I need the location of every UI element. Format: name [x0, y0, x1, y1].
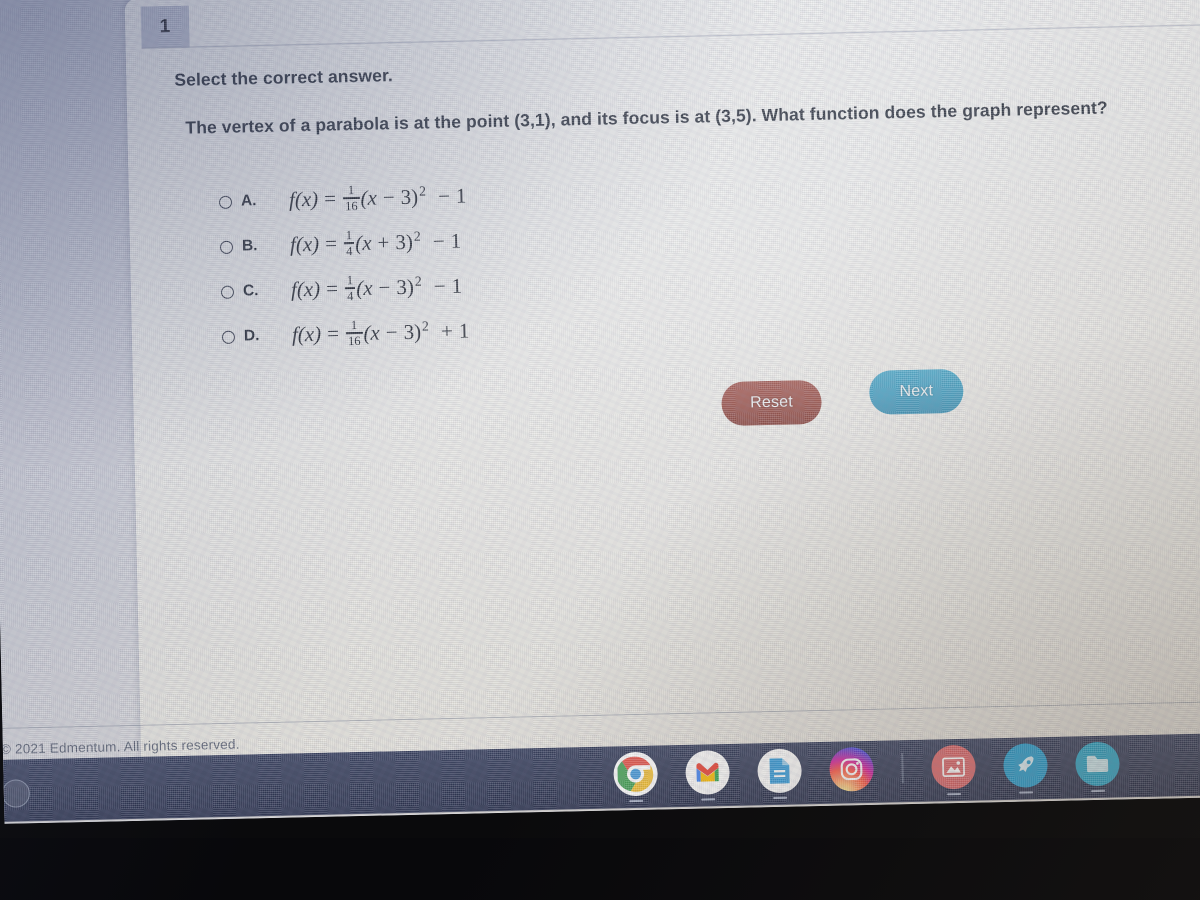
expr-sign-d: − — [385, 320, 398, 345]
expr-numerator-d: 1 — [350, 317, 358, 332]
expr-open-c: (x — [355, 276, 373, 301]
expr-shift-c: 3) — [396, 275, 415, 300]
answer-option-b[interactable]: B. f(x) = 1 4 (x + 3) 2 − 1 — [219, 216, 841, 264]
status-tray-button[interactable] — [1, 779, 31, 808]
expr-sign-c: − — [378, 275, 391, 300]
photos-icon — [930, 744, 976, 790]
taskbar-item-docs[interactable] — [757, 748, 803, 800]
photos-running-indicator — [946, 792, 961, 796]
action-button-row: Reset Next — [721, 368, 1022, 431]
question-text: The vertex of a parabola is at the point… — [185, 97, 1108, 138]
option-expression-b: f(x) = 1 4 (x + 3) 2 − 1 — [290, 227, 462, 260]
taskbar-item-files[interactable] — [1074, 741, 1120, 793]
option-letter-a: A. — [240, 192, 257, 210]
expr-shift-b: 3) — [395, 230, 414, 255]
expr-lhs-a: f(x) — [288, 187, 319, 212]
radio-button-a[interactable] — [218, 195, 233, 209]
expr-lhs-b: f(x) — [289, 232, 320, 257]
expr-tail-sign-a: − — [437, 184, 451, 209]
radio-button-c[interactable] — [220, 285, 235, 299]
option-letter-d: D. — [243, 327, 260, 345]
expr-eq-c: = — [325, 276, 339, 302]
option-expression-d: f(x) = 1 16 (x − 3) 2 + 1 — [292, 317, 470, 350]
screen-surface: 1 Select the correct answer. The vertex … — [0, 0, 1200, 824]
expr-fraction-c: 1 4 — [344, 272, 356, 303]
expr-open-b: (x — [354, 231, 372, 256]
option-expression-c: f(x) = 1 4 (x − 3) 2 − 1 — [291, 272, 463, 305]
expr-sign-a: − — [382, 185, 395, 210]
expr-power-b: 2 — [413, 228, 421, 244]
expr-tail-b: 1 — [450, 229, 462, 254]
option-letter-b: B. — [241, 237, 258, 255]
expr-denominator-a: 16 — [344, 198, 358, 213]
expr-tail-a: 1 — [455, 184, 467, 209]
option-expression-a: f(x) = 1 16 (x − 3) 2 − 1 — [289, 182, 467, 215]
question-number-tab: 1 — [140, 5, 190, 49]
next-button[interactable]: Next — [868, 368, 964, 415]
expr-shift-d: 3) — [403, 320, 422, 345]
option-letter-c: C. — [242, 282, 259, 300]
answer-options-list: A. f(x) = 1 16 (x − 3) 2 − 1 B. f(x) = 1… — [218, 171, 843, 364]
gmail-icon — [685, 749, 731, 795]
expr-open-d: (x — [363, 320, 381, 346]
expr-power-c: 2 — [414, 273, 422, 289]
expr-denominator-c: 4 — [346, 288, 354, 303]
laptop-bezel — [0, 838, 1200, 900]
files-icon — [1074, 741, 1120, 787]
chrome-running-indicator — [629, 799, 644, 803]
taskbar-app-list — [613, 741, 1120, 803]
expr-fraction-a: 1 16 — [342, 182, 360, 213]
expr-tail-c: 1 — [451, 274, 463, 299]
answer-option-a[interactable]: A. f(x) = 1 16 (x − 3) 2 − 1 — [218, 171, 840, 219]
expr-eq-a: = — [323, 186, 337, 212]
expr-denominator-b: 4 — [345, 243, 353, 258]
expr-numerator-b: 1 — [345, 227, 353, 242]
expr-open-a: (x — [360, 186, 378, 211]
header-divider — [141, 23, 1200, 49]
app-icon — [1002, 743, 1048, 788]
chrome-icon — [613, 751, 659, 797]
expr-tail-sign-d: + — [440, 319, 454, 344]
docs-running-indicator — [773, 796, 788, 800]
app-running-indicator — [1018, 790, 1033, 794]
expr-sign-b: + — [377, 230, 390, 256]
taskbar-item-gmail[interactable] — [685, 749, 731, 801]
docs-icon — [757, 748, 803, 794]
expr-fraction-d: 1 16 — [345, 317, 363, 348]
expr-tail-sign-c: − — [433, 274, 446, 299]
radio-button-b[interactable] — [219, 240, 234, 254]
reset-button[interactable]: Reset — [721, 379, 823, 427]
expr-numerator-c: 1 — [346, 272, 354, 287]
assessment-card: 1 Select the correct answer. The vertex … — [0, 0, 1200, 759]
footer-divider — [0, 700, 1200, 729]
taskbar-item-instagram[interactable] — [829, 746, 875, 792]
expr-fraction-b: 1 4 — [343, 227, 355, 258]
expr-lhs-c: f(x) — [290, 277, 321, 302]
laptop-screen-photo: 1 Select the correct answer. The vertex … — [0, 0, 1200, 900]
instagram-icon — [829, 746, 875, 792]
expr-lhs-d: f(x) — [291, 322, 322, 347]
instruction-text: Select the correct answer. — [174, 65, 394, 90]
taskbar-item-chrome[interactable] — [613, 751, 659, 803]
expr-numerator-a: 1 — [347, 182, 355, 197]
taskbar-item-app[interactable] — [1002, 743, 1048, 794]
taskbar-separator — [901, 753, 904, 784]
expr-eq-b: = — [324, 231, 338, 257]
radio-button-d[interactable] — [221, 330, 236, 344]
gmail-running-indicator — [701, 797, 716, 801]
expr-tail-d: 1 — [458, 319, 470, 344]
expr-power-a: 2 — [418, 183, 427, 199]
files-running-indicator — [1090, 789, 1105, 793]
expr-power-d: 2 — [421, 318, 430, 334]
expr-eq-d: = — [326, 321, 340, 347]
expr-denominator-d: 16 — [347, 333, 361, 348]
expr-shift-a: 3) — [400, 185, 419, 210]
answer-option-c[interactable]: C. f(x) = 1 4 (x − 3) 2 − 1 — [220, 261, 842, 309]
answer-option-d[interactable]: D. f(x) = 1 16 (x − 3) 2 + 1 — [221, 306, 843, 354]
expr-tail-sign-b: − — [432, 229, 445, 254]
taskbar-item-photos[interactable] — [930, 744, 976, 796]
